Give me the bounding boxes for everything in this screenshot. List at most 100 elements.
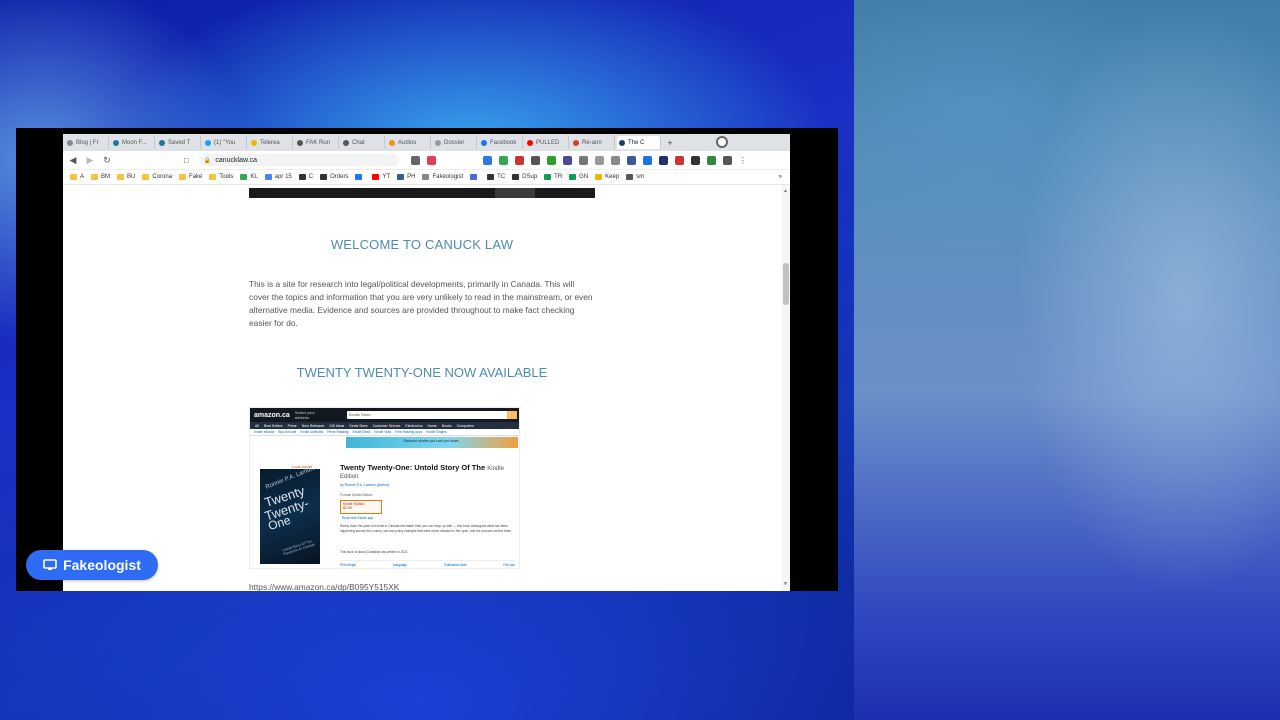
browser-tab[interactable]: The C <box>617 136 661 149</box>
bookmark-item[interactable]: TR <box>544 174 562 180</box>
extension-icon[interactable] <box>658 155 668 165</box>
bookmark-item[interactable]: GN <box>569 174 588 180</box>
scroll-down-icon[interactable]: ▼ <box>783 581 788 587</box>
lock-icon: 🔒 <box>203 157 212 164</box>
amazon-link[interactable]: https://www.amazon.ca/dp/B095Y515XK <box>249 582 399 591</box>
amazon-nav-item: New Releases <box>301 423 325 428</box>
extension-icon[interactable] <box>610 155 620 165</box>
browser-tab[interactable]: Blog | Fr <box>65 136 109 149</box>
bookmark-label: TC <box>497 174 506 180</box>
bookmark-icon <box>544 174 552 180</box>
address-bar[interactable]: 🔒 canucklaw.ca <box>198 154 399 166</box>
browser-tab[interactable]: Dossier <box>433 136 477 149</box>
channel-badge: Fakeologist <box>26 550 158 580</box>
bookmark-icon[interactable]: □ <box>184 156 189 165</box>
bookmark-item[interactable]: Fakeologist <box>422 174 463 180</box>
amazon-banner: Discover stories you can't put down <box>346 437 518 448</box>
bookmark-item[interactable]: YT <box>372 174 390 180</box>
browser-tab[interactable]: Moon F... <box>111 136 155 149</box>
bookmark-item[interactable]: sm <box>626 174 644 180</box>
browser-tab[interactable]: Telerea <box>249 136 293 149</box>
browser-tab[interactable]: Audios <box>387 136 431 149</box>
bookmark-item[interactable]: DSup <box>512 174 537 180</box>
browser-tab[interactable]: (1) "You <box>203 136 247 149</box>
bookmark-item[interactable]: PH <box>397 174 415 180</box>
browser-tab[interactable]: FAK Run <box>295 136 339 149</box>
bookmark-label: Tools <box>219 174 234 180</box>
extension-icon[interactable] <box>690 155 700 165</box>
bookmark-icon <box>470 174 478 180</box>
bookmark-item[interactable]: Orders <box>320 174 348 180</box>
scrollbar-thumb[interactable] <box>783 263 789 305</box>
product-byline: by Ronnie P.A. Lamuro (Author) <box>340 483 390 487</box>
extension-icon[interactable] <box>578 155 588 165</box>
bookmark-item[interactable]: TC <box>487 174 505 180</box>
extension-icon[interactable] <box>514 155 524 165</box>
tab-favicon-icon <box>619 139 625 146</box>
tab-favicon-icon <box>113 139 119 146</box>
amazon-subnav-item: Kindle Singles <box>426 430 447 434</box>
bookmark-label: Fake <box>189 174 203 180</box>
tab-label: Audios <box>398 139 417 146</box>
product-detail-link: File size <box>503 563 515 567</box>
new-tab-button[interactable]: + <box>665 138 675 148</box>
bookmark-item[interactable]: Corona <box>142 174 172 180</box>
amazon-nav-item: Deals Store <box>349 423 368 428</box>
extension-icon[interactable] <box>530 155 540 165</box>
scroll-up-icon[interactable]: ▲ <box>783 188 788 194</box>
bookmark-icon <box>355 174 363 180</box>
bookmark-icon <box>487 174 495 180</box>
bookmark-icon <box>320 174 328 180</box>
bookmark-item[interactable]: BU <box>117 174 135 180</box>
extension-icon[interactable] <box>626 155 636 165</box>
tab-favicon-icon <box>343 139 349 146</box>
reload-icon[interactable]: ↻ <box>100 153 114 167</box>
bookmark-icon <box>142 174 150 180</box>
amazon-banner-text: Discover stories you can't put down <box>403 439 459 443</box>
extension-icon[interactable] <box>642 155 652 165</box>
brave-rewards-icon[interactable] <box>426 155 436 165</box>
bookmark-item[interactable]: A <box>70 174 84 180</box>
bookmark-icon <box>569 174 577 180</box>
profile-icon[interactable] <box>716 136 728 148</box>
extension-icon[interactable] <box>706 155 716 165</box>
menu-icon[interactable]: ⋮ <box>739 156 748 165</box>
extension-icon[interactable] <box>498 155 508 165</box>
puzzle-icon[interactable] <box>722 155 732 165</box>
forward-icon[interactable]: ▶ <box>83 153 97 167</box>
bookmark-item[interactable]: Tools <box>209 174 233 180</box>
tab-label: FAK Run <box>306 139 331 146</box>
bookmark-icon <box>70 174 77 180</box>
scrollbar[interactable]: ▲ ▼ <box>782 185 790 591</box>
bookmark-icon <box>179 174 187 180</box>
browser-tab[interactable]: Re-ann <box>571 136 615 149</box>
bookmark-item[interactable] <box>355 174 365 180</box>
browser-tab[interactable]: Saved T <box>157 136 201 149</box>
browser-tab[interactable]: Chat <box>341 136 385 149</box>
bookmarks-overflow-button[interactable]: » <box>779 174 782 180</box>
amazon-screenshot[interactable]: amazon.ca Select your address Kindle Sto… <box>249 407 520 569</box>
extension-icon[interactable] <box>546 155 556 165</box>
product-description: Rarely does the pace of events in Canada… <box>340 524 513 533</box>
bookmark-item[interactable]: Fake <box>179 174 202 180</box>
extension-icon[interactable] <box>482 155 492 165</box>
bookmark-item[interactable]: apr 15 <box>264 174 292 180</box>
extension-icon[interactable] <box>674 155 684 165</box>
amazon-subnav-item: Free Reading Apps <box>395 430 423 434</box>
bookmark-item[interactable]: C <box>298 174 313 180</box>
tab-favicon-icon <box>67 139 73 146</box>
brave-shield-icon[interactable] <box>410 155 420 165</box>
bookmark-label: Keep <box>605 174 620 180</box>
book-heading: TWENTY TWENTY-ONE NOW AVAILABLE <box>296 365 548 380</box>
bookmark-item[interactable] <box>470 174 480 180</box>
tab-label: Telerea <box>260 139 280 146</box>
browser-tab[interactable]: PULLED <box>525 136 569 149</box>
extension-icon[interactable] <box>594 155 604 165</box>
browser-tab[interactable]: Facebook <box>479 136 523 149</box>
bookmark-item[interactable]: Keep <box>595 174 619 180</box>
amazon-nav-item: Prime <box>287 423 297 428</box>
bookmark-item[interactable]: KL <box>240 174 258 180</box>
back-icon[interactable]: ◀ <box>66 153 80 167</box>
bookmark-item[interactable]: BM <box>91 174 110 180</box>
extension-icon[interactable] <box>562 155 572 165</box>
